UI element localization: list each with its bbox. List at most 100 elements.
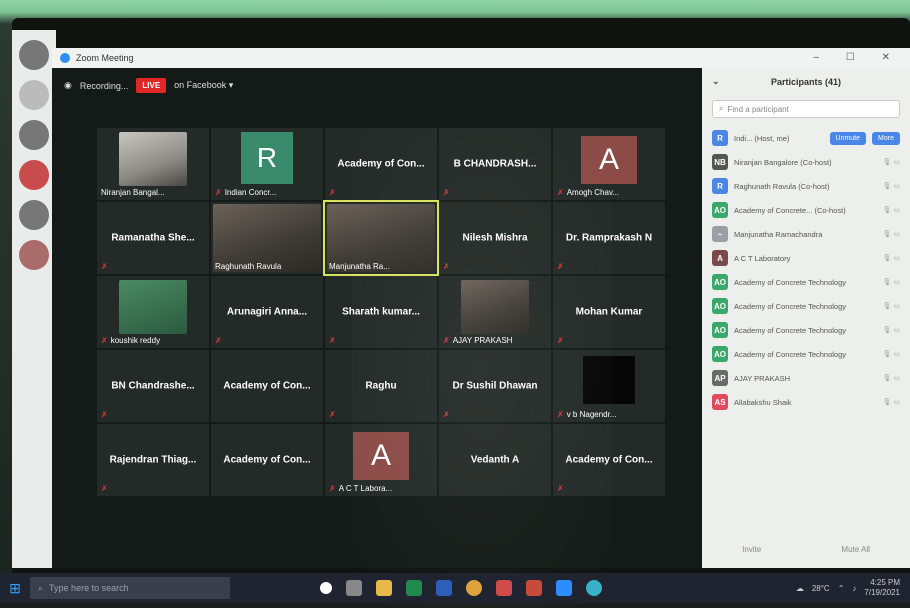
participant-name: Raghu [365,380,397,392]
video-tile[interactable]: Sharath kumar... ✗ [325,276,437,348]
edge-icon[interactable] [586,580,602,596]
tile-name-label: Indian Concr... [224,188,277,197]
video-tile[interactable]: Dr. Ramprakash N ✗ [553,202,665,274]
participant-row[interactable]: AS Allabakshu Shaik 🎙 ▭ [702,390,910,414]
tile-label: ✗ koushik reddy [101,336,160,345]
avatar-icon[interactable] [19,160,49,190]
video-tile[interactable]: Ramanatha She... ✗ [97,202,209,274]
zoom-window: Zoom Meeting – ☐ ✕ ◉ Recording... LIVE o… [52,48,910,608]
windows-start-icon[interactable]: ⊞ [0,580,30,597]
mute-all-button[interactable]: Mute All [841,545,869,554]
weather-icon[interactable]: ☁ [796,584,804,593]
participant-row[interactable]: A A C T Laboratory 🎙 ▭ [702,246,910,270]
avatar-icon[interactable] [19,120,49,150]
participant-avatar: AS [712,394,728,410]
video-tile[interactable]: ✗ koushik reddy [97,276,209,348]
tile-name-label: AJAY PRAKASH [452,336,513,345]
participant-row[interactable]: AO Academy of Concrete Technology 🎙 ▭ [702,318,910,342]
participant-row-name: Academy of Concrete Technology [734,277,847,287]
video-tile[interactable]: Vedanth A [439,424,551,496]
invite-button[interactable]: Invite [742,545,761,554]
window-controls[interactable]: – ☐ ✕ [814,52,902,63]
participant-row[interactable]: AO Academy of Concrete... (Co-host) 🎙 ▭ [702,198,910,222]
live-badge[interactable]: LIVE [136,78,167,93]
participant-row[interactable]: AO Academy of Concrete Technology 🎙 ▭ [702,270,910,294]
video-tile[interactable]: Raghu ✗ [325,350,437,422]
video-tile[interactable]: Academy of Con... ✗ [325,128,437,200]
video-tile[interactable]: R ✗ Indian Concr... [211,128,323,200]
gallery-grid: Niranjan Bangal... R ✗ Indian Concr... Acade… [97,128,665,496]
avatar-icon[interactable] [19,200,49,230]
clock[interactable]: 4:25 PM 7/19/2021 [864,578,900,598]
participant-row[interactable]: NB Niranjan Bangalore (Co-host) 🎙 ▭ [702,150,910,174]
video-tile[interactable]: ✗ AJAY PRAKASH [439,276,551,348]
excel-icon[interactable] [406,580,422,596]
task-view-icon[interactable] [346,580,362,596]
mic-camera-icon: 🎙 ▭ [882,279,900,286]
participant-row[interactable]: ~ Manjunatha Ramachandra 🎙 ▭ [702,222,910,246]
tile-label: ✗ Amogh Chav... [557,188,619,197]
video-tile[interactable]: Academy of Con... [211,350,323,422]
video-feed [583,356,635,404]
video-tile[interactable]: Academy of Con... [211,424,323,496]
video-tile[interactable]: Rajendran Thiag... ✗ [97,424,209,496]
chrome-icon[interactable] [466,580,482,596]
participant-name: Arunagiri Anna... [226,306,308,318]
mic-camera-icon: 🎙 ▭ [882,375,900,382]
video-tile[interactable]: BN Chandrashe... ✗ [97,350,209,422]
video-tile[interactable]: Raghunath Ravula [211,202,323,274]
participant-row[interactable]: AO Academy of Concrete Technology 🎙 ▭ [702,294,910,318]
avatar-icon[interactable] [19,240,49,270]
weather-temp[interactable]: 28°C [812,584,830,593]
volume-icon[interactable]: ♪ [852,584,856,593]
video-tile[interactable]: Nilesh Mishra ✗ [439,202,551,274]
taskbar-search-input[interactable]: ⌕ Type here to search [30,577,230,599]
avatar: A [581,136,637,184]
mic-muted-icon: ✗ [443,410,450,419]
zoom-taskbar-icon[interactable] [556,580,572,596]
powerpoint-icon[interactable] [526,580,542,596]
participant-name: Mohan Kumar [575,306,643,318]
video-feed [119,132,187,186]
video-tile[interactable]: ✗ v b Nagendr... [553,350,665,422]
participant-avatar: AO [712,202,728,218]
chevron-up-icon[interactable]: ⌃ [838,584,845,593]
participants-header: ⌄ Participants (41) [702,68,910,96]
video-tile[interactable]: A ✗ A C T Labora... [325,424,437,496]
video-tile[interactable]: A ✗ Amogh Chav... [553,128,665,200]
app-icon[interactable] [496,580,512,596]
participant-avatar: ~ [712,226,728,242]
mic-muted-icon: ✗ [443,188,450,197]
tile-label: ✗ [443,262,450,271]
video-tile[interactable]: Arunagiri Anna... ✗ [211,276,323,348]
live-target[interactable]: on Facebook ▾ [174,80,233,91]
participant-name: Academy of Con... [565,454,653,466]
chevron-down-icon[interactable]: ⌄ [712,76,720,87]
tile-name-label: Manjunatha Ra... [329,262,390,271]
more-button[interactable]: More [872,131,900,145]
participant-row[interactable]: R Indi... (Host, me) Unmute More [702,126,910,150]
video-tile[interactable]: Niranjan Bangal... [97,128,209,200]
tile-label: ✗ [329,336,336,345]
participant-row[interactable]: AP AJAY PRAKASH 🎙 ▭ [702,366,910,390]
participant-row[interactable]: AO Academy of Concrete Technology 🎙 ▭ [702,342,910,366]
video-tile[interactable]: B CHANDRASH... ✗ [439,128,551,200]
participant-avatar: AO [712,274,728,290]
word-icon[interactable] [436,580,452,596]
tile-name-label: Amogh Chav... [566,188,620,197]
search-icon[interactable] [19,80,49,110]
tile-label: ✗ [329,410,336,419]
file-explorer-icon[interactable] [376,580,392,596]
participant-name: Academy of Con... [337,158,425,170]
unmute-button[interactable]: Unmute [829,131,867,145]
video-tile[interactable]: Academy of Con... ✗ [553,424,665,496]
video-tile[interactable]: Manjunatha Ra... [323,200,439,276]
avatar-icon[interactable] [19,40,49,70]
participant-search-input[interactable]: ⌕ Find a participant [712,100,900,118]
participant-name: Academy of Con... [223,380,311,392]
mic-camera-icon: 🎙 ▭ [882,351,900,358]
cortana-icon[interactable] [320,582,332,594]
video-tile[interactable]: Mohan Kumar ✗ [553,276,665,348]
participant-row[interactable]: R Raghunath Ravula (Co-host) 🎙 ▭ [702,174,910,198]
video-tile[interactable]: Dr Sushil Dhawan ✗ [439,350,551,422]
